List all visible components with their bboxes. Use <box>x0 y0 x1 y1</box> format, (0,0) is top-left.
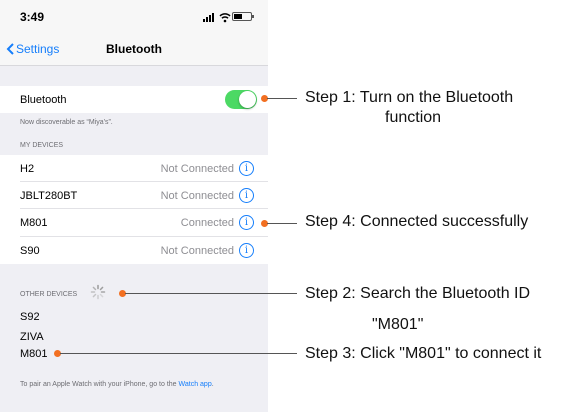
other-device-item[interactable]: ZIVA <box>20 331 44 343</box>
device-status: Connected <box>180 217 234 229</box>
status-time: 3:49 <box>20 10 45 24</box>
info-icon[interactable]: i <box>239 243 254 258</box>
step2-annotation: Step 2: Search the Bluetooth ID <box>305 285 531 302</box>
step4-annotation: Step 4: Connected successfully <box>305 213 529 230</box>
step1-annotation-continued: function <box>385 109 442 126</box>
other-device-item[interactable]: S92 <box>20 311 40 323</box>
device-name: S90 <box>20 245 40 257</box>
battery-icon <box>232 12 254 21</box>
callout-line <box>267 223 297 224</box>
callout-line <box>60 353 297 354</box>
device-name: JBLT280BT <box>20 190 78 202</box>
step1-annotation: Step 1: Turn on the Bluetooth <box>305 89 514 106</box>
device-status: Not Connected <box>160 163 234 175</box>
other-device-item[interactable]: M801 <box>20 348 48 360</box>
wifi-icon <box>219 10 231 28</box>
info-icon[interactable]: i <box>239 161 254 176</box>
watch-app-link[interactable]: Watch app <box>179 381 212 388</box>
spinner-icon <box>90 284 106 300</box>
device-row[interactable]: S90 Not Connected i <box>0 237 268 264</box>
device-name: H2 <box>20 163 35 175</box>
device-name: M801 <box>20 217 48 229</box>
status-bar: 3:49 <box>0 0 268 34</box>
callout-line <box>125 293 297 294</box>
device-row[interactable]: M801 Connected i <box>0 209 268 237</box>
bluetooth-toggle[interactable] <box>225 90 257 109</box>
other-devices-header: OTHER DEVICES <box>20 291 78 298</box>
callout-line <box>267 98 297 99</box>
bluetooth-label: Bluetooth <box>20 94 67 106</box>
device-status: Not Connected <box>160 245 234 257</box>
bluetooth-toggle-row: Bluetooth <box>0 86 268 113</box>
info-icon[interactable]: i <box>239 188 254 203</box>
navigation-bar: Settings Bluetooth <box>0 34 268 66</box>
info-icon[interactable]: i <box>239 215 254 230</box>
device-row[interactable]: JBLT280BT Not Connected i <box>0 182 268 209</box>
my-devices-header: MY DEVICES <box>20 142 64 149</box>
footer-note: To pair an Apple Watch with your iPhone,… <box>20 381 214 388</box>
device-status: Not Connected <box>160 190 234 202</box>
signal-icon <box>203 12 214 22</box>
device-row[interactable]: H2 Not Connected i <box>0 155 268 182</box>
step2-annotation-continued: "M801" <box>372 316 424 333</box>
phone-screen: 3:49 Settings Bluetooth Bluetooth Now di… <box>0 0 268 412</box>
page-title: Bluetooth <box>106 42 162 56</box>
step3-annotation: Step 3: Click "M801" to connect it <box>305 345 542 362</box>
discoverable-text: Now discoverable as “Miya's”. <box>20 119 113 126</box>
